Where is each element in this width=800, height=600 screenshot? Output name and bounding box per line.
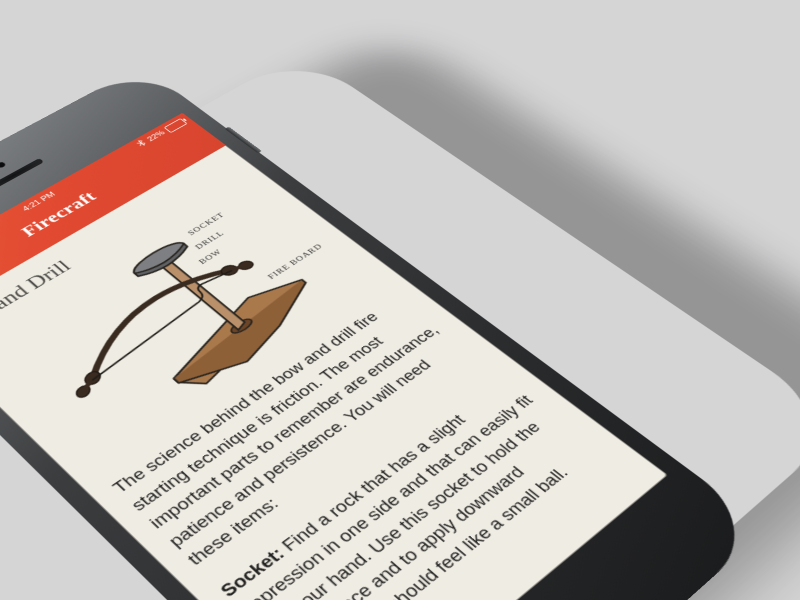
proximity-sensor [0, 161, 7, 168]
earpiece-speaker [0, 158, 44, 193]
diagram-label-fireboard: FIRE BOARD [266, 243, 325, 282]
